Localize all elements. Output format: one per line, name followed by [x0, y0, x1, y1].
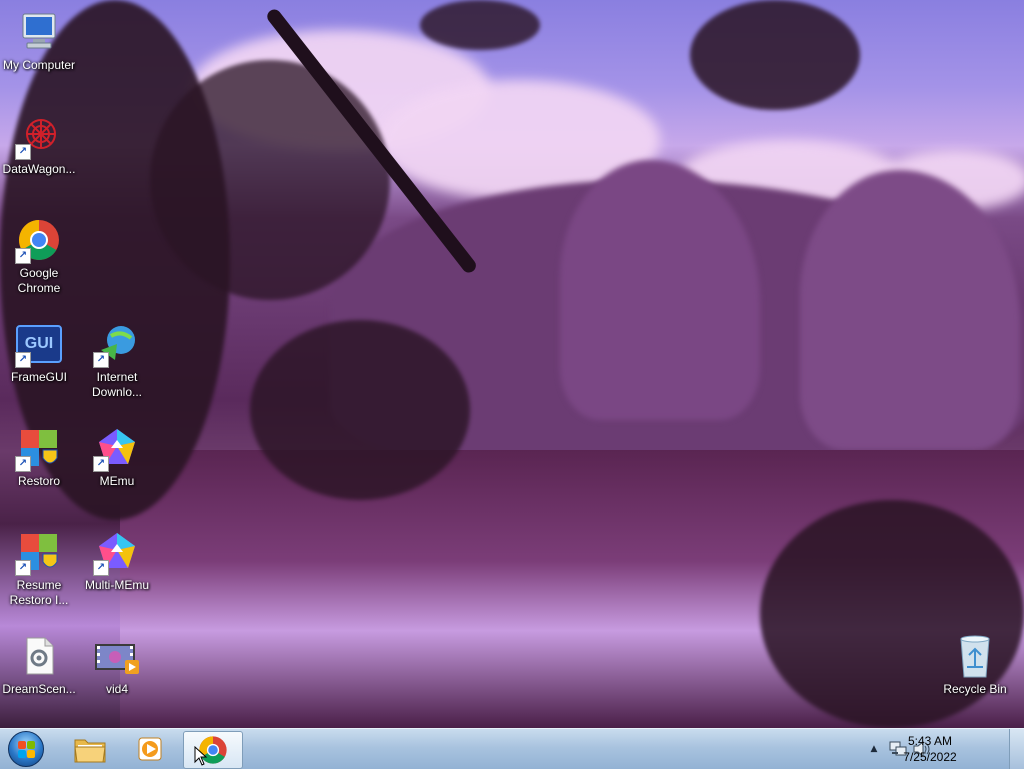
desktop-icon-label: Google Chrome: [17, 266, 61, 295]
taskbar-google-chrome[interactable]: [183, 731, 243, 769]
shortcut-arrow-icon: ↗: [93, 456, 109, 472]
shortcut-arrow-icon: ↗: [93, 560, 109, 576]
desktop-icon-label: MEmu: [99, 474, 135, 488]
folder-icon: [74, 739, 106, 763]
desktop-icon-label: Resume Restoro I...: [9, 578, 69, 607]
shortcut-arrow-icon: ↗: [15, 144, 31, 160]
desktop-icon-label: Recycle Bin: [943, 682, 1007, 696]
taskbar-media-player[interactable]: [122, 731, 178, 767]
dreamscene-icon: [15, 632, 63, 680]
desktop-icon-my-computer[interactable]: My Computer: [0, 8, 78, 73]
desktop-icon-label: DataWagon...: [2, 162, 76, 176]
datawagon-icon: ↗: [15, 112, 63, 160]
desktop[interactable]: My Computer ↗ DataWagon... ↗ Google Chro…: [0, 0, 1024, 728]
desktop-icon-vid4[interactable]: vid4: [78, 632, 156, 697]
desktop-icon-label: My Computer: [2, 58, 76, 72]
framegui-icon: GUI ↗: [15, 320, 63, 368]
restoro-icon: ↗: [15, 424, 63, 472]
windows-logo-icon: [8, 731, 44, 767]
desktop-icon-restoro[interactable]: ↗ Restoro: [0, 424, 78, 489]
show-hidden-icons-button[interactable]: ▲: [866, 744, 882, 754]
mouse-cursor-icon: [194, 746, 208, 766]
shortcut-arrow-icon: ↗: [15, 248, 31, 264]
desktop-icon-recycle-bin[interactable]: Recycle Bin: [936, 632, 1014, 697]
shortcut-arrow-icon: ↗: [15, 352, 31, 368]
desktop-icon-datawagon[interactable]: ↗ DataWagon...: [0, 112, 78, 177]
shortcut-arrow-icon: ↗: [15, 456, 31, 472]
chrome-icon: ↗: [15, 216, 63, 264]
desktop-icon-internet-download-manager[interactable]: ↗ Internet Downlo...: [78, 320, 156, 400]
desktop-icon-label: Restoro: [17, 474, 61, 488]
desktop-icon-label: vid4: [105, 682, 128, 696]
desktop-icon-label: FrameGUI: [10, 370, 67, 384]
video-file-icon: [93, 632, 141, 680]
desktop-icon-label: DreamScen...: [2, 682, 76, 696]
desktop-icon-framegui[interactable]: GUI ↗ FrameGUI: [0, 320, 78, 385]
taskbar-clock[interactable]: 5:43 AM 7/25/2022: [890, 733, 970, 765]
show-desktop-button[interactable]: [1009, 729, 1024, 769]
desktop-icon-dreamscene[interactable]: DreamScen...: [0, 632, 78, 697]
media-player-icon: [138, 737, 162, 761]
desktop-icon-multi-memu[interactable]: ↗ Multi-MEmu: [78, 528, 156, 593]
internet-download-manager-icon: ↗: [93, 320, 141, 368]
clock-date: 7/25/2022: [903, 750, 957, 764]
clock-time: 5:43 AM: [907, 734, 953, 748]
taskbar[interactable]: ▲ 5:43 AM 7/25/2022: [0, 728, 1024, 769]
memu-icon: ↗: [93, 424, 141, 472]
start-button[interactable]: [4, 730, 48, 768]
memu-icon: ↗: [93, 528, 141, 576]
shortcut-arrow-icon: ↗: [93, 352, 109, 368]
taskbar-windows-explorer[interactable]: [62, 731, 118, 767]
computer-icon: [15, 8, 63, 56]
desktop-icon-google-chrome[interactable]: ↗ Google Chrome: [0, 216, 78, 296]
desktop-icon-label: Multi-MEmu: [84, 578, 149, 592]
restoro-icon: ↗: [15, 528, 63, 576]
desktop-icon-label: Internet Downlo...: [91, 370, 143, 399]
recycle-bin-icon: [951, 632, 999, 680]
shortcut-arrow-icon: ↗: [15, 560, 31, 576]
desktop-icon-resume-restoro[interactable]: ↗ Resume Restoro I...: [0, 528, 78, 608]
desktop-icon-memu[interactable]: ↗ MEmu: [78, 424, 156, 489]
